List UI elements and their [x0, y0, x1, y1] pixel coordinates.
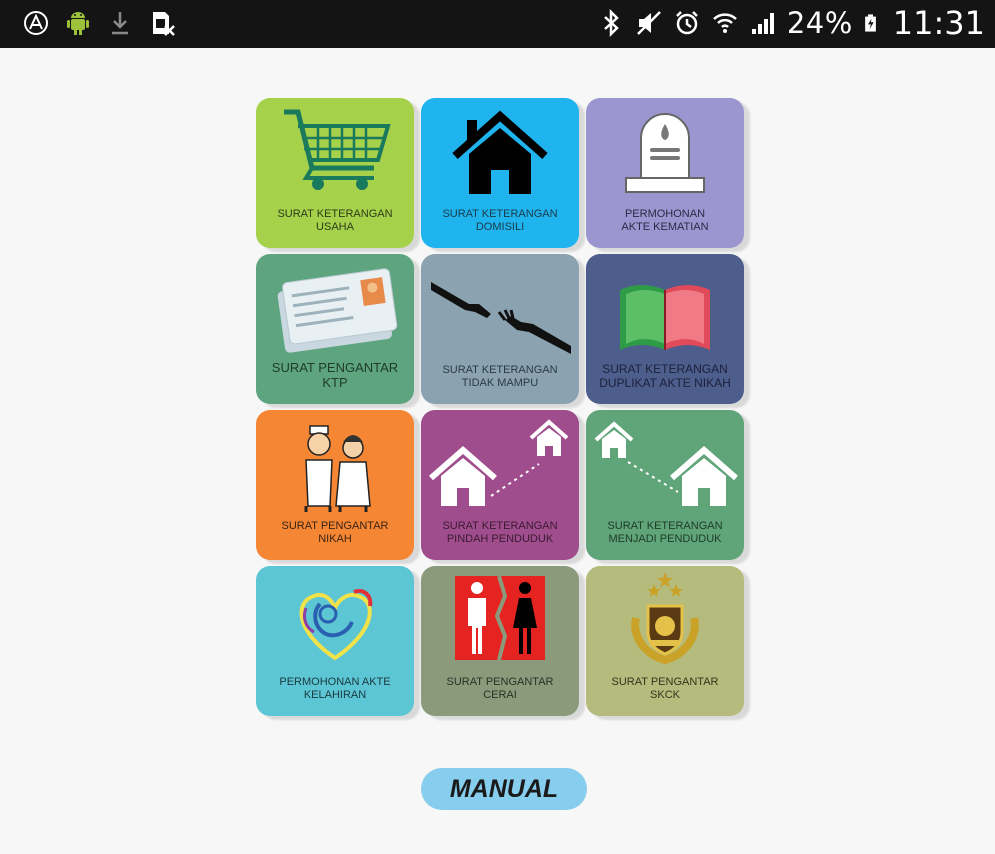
move-house-in-icon	[594, 421, 738, 506]
tile-surat-pengantar-skck[interactable]: SURAT PENGANTAR SKCK	[586, 566, 744, 716]
system-icons: 24% 11:31	[597, 4, 985, 42]
tile-surat-keterangan-usaha[interactable]: SURAT KETERANGAN USAHA	[256, 98, 414, 248]
id-card-icon	[277, 268, 398, 353]
wifi-icon	[712, 13, 737, 33]
couple-icon	[304, 425, 371, 512]
tile-surat-keterangan-menjadi-penduduk[interactable]: SURAT KETERANGAN MENJADI PENDUDUK	[586, 410, 744, 560]
mute-icon	[636, 11, 661, 35]
manual-button[interactable]: MANUAL	[421, 768, 587, 810]
tile-label: SURAT KETERANGAN USAHA	[277, 208, 393, 233]
clock: 11:31	[892, 4, 985, 42]
bluetooth-icon	[603, 9, 619, 37]
tile-surat-pengantar-cerai[interactable]: SURAT PENGANTAR CERAI	[421, 566, 579, 716]
notification-icons	[22, 9, 176, 37]
tile-label: PERMOHONAN AKTE KEMATIAN	[621, 208, 709, 233]
open-book-icon	[620, 285, 710, 350]
alarm-icon	[675, 11, 698, 35]
tile-label: SURAT KETERANGAN TIDAK MAMPU	[442, 364, 558, 389]
house-icon	[452, 110, 548, 194]
reaching-hands-icon	[431, 282, 571, 354]
signal-icon	[751, 13, 774, 34]
tile-surat-pengantar-ktp[interactable]: SURAT PENGANTAR KTP	[256, 254, 414, 404]
police-emblem-icon	[631, 572, 699, 665]
status-bar: 24% 11:31	[0, 0, 995, 48]
tile-label: SURAT PENGANTAR SKCK	[611, 676, 719, 701]
tile-label: SURAT KETERANGAN MENJADI PENDUDUK	[607, 520, 723, 545]
gravestone-icon	[625, 113, 705, 193]
tile-permohonan-akte-kematian[interactable]: PERMOHONAN AKTE KEMATIAN	[586, 98, 744, 248]
tile-label: SURAT KETERANGAN DUPLIKAT AKTE NIKAH	[599, 362, 731, 390]
tile-label: SURAT PENGANTAR KTP	[271, 360, 399, 390]
tile-surat-keterangan-pindah-penduduk[interactable]: SURAT KETERANGAN PINDAH PENDUDUK	[421, 410, 579, 560]
shopping-cart-icon	[284, 109, 391, 190]
battery-icon	[864, 14, 876, 32]
tile-surat-keterangan-tidak-mampu[interactable]: SURAT KETERANGAN TIDAK MAMPU	[421, 254, 579, 404]
download-icon	[112, 12, 128, 35]
tile-surat-pengantar-nikah[interactable]: SURAT PENGANTAR NIKAH	[256, 410, 414, 560]
android-icon	[67, 12, 89, 35]
battery-percentage: 24%	[786, 6, 853, 40]
tile-label: SURAT KETERANGAN PINDAH PENDUDUK	[442, 520, 558, 545]
tile-label: SURAT PENGANTAR CERAI	[446, 676, 554, 701]
assistant-icon	[24, 11, 48, 35]
mother-child-icon	[299, 589, 373, 661]
divorce-icon	[455, 575, 545, 661]
tile-label: SURAT KETERANGAN DOMISILI	[442, 208, 558, 233]
sim-icon	[153, 12, 175, 36]
tile-permohonan-akte-kelahiran[interactable]: PERMOHONAN AKTE KELAHIRAN	[256, 566, 414, 716]
tile-label: SURAT PENGANTAR NIKAH	[281, 520, 389, 545]
move-house-icon	[429, 419, 569, 506]
tile-surat-keterangan-duplikat-akte-nikah[interactable]: SURAT KETERANGAN DUPLIKAT AKTE NIKAH	[586, 254, 744, 404]
tile-label: PERMOHONAN AKTE KELAHIRAN	[279, 676, 391, 701]
tile-surat-keterangan-domisili[interactable]: SURAT KETERANGAN DOMISILI	[421, 98, 579, 248]
